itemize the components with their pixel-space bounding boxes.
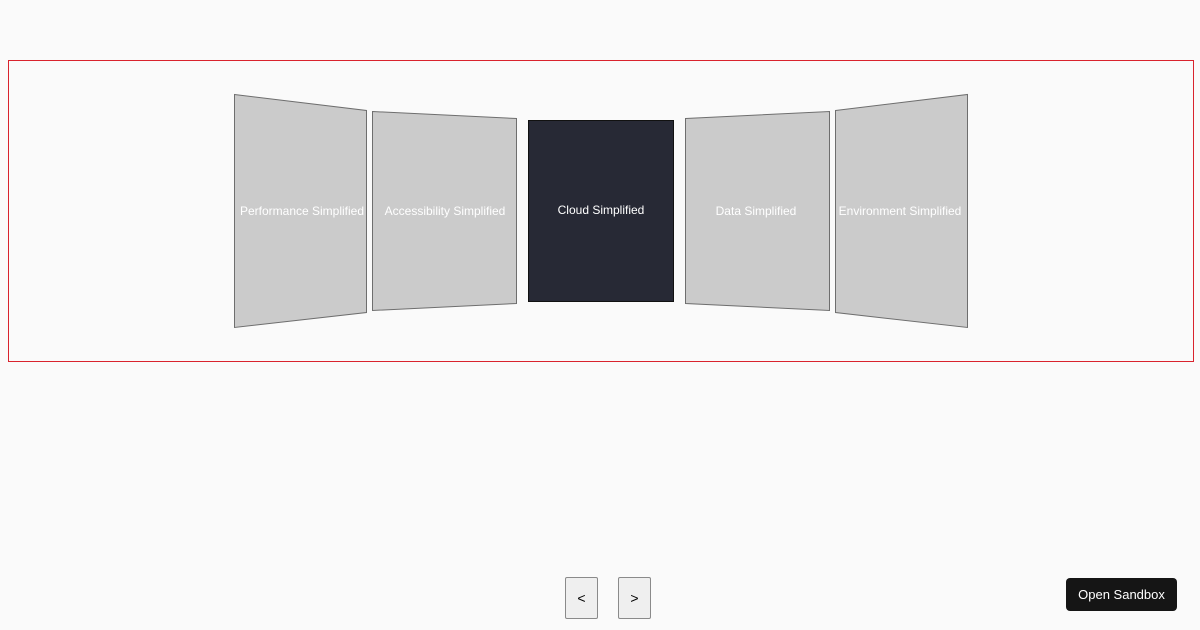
card-label: Cloud Simplified [558, 203, 645, 217]
open-sandbox-button[interactable]: Open Sandbox [1066, 578, 1177, 611]
card-label: Accessibility Simplified [385, 204, 506, 218]
card-label: Performance Simplified [240, 204, 364, 218]
carousel-card-accessibility[interactable]: Accessibility Simplified [372, 110, 517, 312]
carousel-card-performance[interactable]: Performance Simplified [234, 93, 367, 329]
card-label: Data Simplified [716, 204, 797, 218]
previous-button[interactable]: < [565, 577, 598, 619]
card-label: Environment Simplified [839, 204, 962, 218]
carousel-card-data[interactable]: Data Simplified [685, 110, 830, 312]
carousel-card-cloud[interactable]: Cloud Simplified [528, 120, 674, 302]
next-button[interactable]: > [618, 577, 651, 619]
carousel-card-environment[interactable]: Environment Simplified [835, 93, 968, 329]
